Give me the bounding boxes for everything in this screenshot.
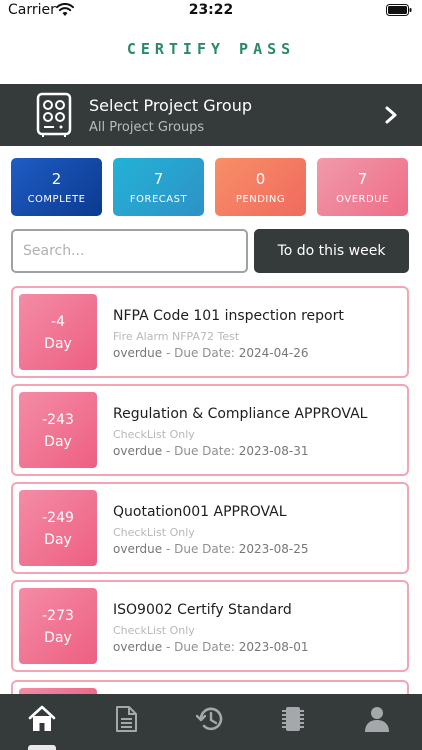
task-due: overdue - Due Date: 2023-08-01 <box>113 640 308 654</box>
task-status: overdue <box>113 640 163 654</box>
document-icon <box>116 706 137 732</box>
task-due: overdue - Due Date: 2023-08-25 <box>113 542 308 556</box>
stat-complete-label: COMPLETE <box>27 194 86 205</box>
status-bar: Carrier 23:22 <box>0 0 422 22</box>
project-group-subtitle: All Project Groups <box>89 120 205 135</box>
task-title: NFPA Code 101 inspection report <box>113 308 344 324</box>
task-type: CheckList Only <box>113 526 195 539</box>
due-date: 2024-04-26 <box>238 346 309 360</box>
task-list[interactable]: -4 Day NFPA Code 101 inspection report F… <box>0 280 422 694</box>
stat-pending-count: 0 <box>255 170 266 188</box>
task-card[interactable]: -243 Day Regulation & Compliance APPROVA… <box>11 384 409 476</box>
days-badge: -4 Day <box>19 294 97 370</box>
task-status: overdue <box>113 444 163 458</box>
task-card-partial[interactable] <box>11 680 409 694</box>
task-title: ISO9002 Certify Standard <box>113 602 292 618</box>
days-count: -273 <box>42 608 74 624</box>
days-label: Day <box>44 532 72 548</box>
days-label: Day <box>44 336 72 352</box>
tab-home[interactable] <box>27 704 57 734</box>
task-due: overdue - Due Date: 2024-04-26 <box>113 346 308 360</box>
task-card[interactable]: -273 Day ISO9002 Certify Standard CheckL… <box>11 580 409 672</box>
days-count: -4 <box>51 314 65 330</box>
battery-icon <box>386 4 412 16</box>
stat-complete-count: 2 <box>51 170 62 188</box>
profile-icon <box>365 707 389 732</box>
due-date: 2023-08-31 <box>238 444 309 458</box>
due-label: - Due Date: <box>165 640 235 654</box>
stat-overdue-count: 7 <box>357 170 368 188</box>
clock: 23:22 <box>188 2 234 18</box>
days-badge: -243 Day <box>19 392 97 468</box>
task-type: CheckList Only <box>113 624 195 637</box>
days-badge: -249 Day <box>19 490 97 566</box>
task-type: CheckList Only <box>113 428 195 441</box>
stat-forecast-label: FORECAST <box>129 194 188 205</box>
days-badge: -273 Day <box>19 588 97 664</box>
stat-overdue-card[interactable]: 7 OVERDUE <box>317 158 408 216</box>
task-card[interactable]: -249 Day Quotation001 APPROVAL CheckList… <box>11 482 409 574</box>
search-input[interactable] <box>11 229 248 273</box>
safe-icon <box>36 92 72 137</box>
tab-documents[interactable] <box>111 704 141 734</box>
stat-forecast-card[interactable]: 7 FORECAST <box>113 158 204 216</box>
task-status: overdue <box>113 542 163 556</box>
todo-this-week-button[interactable]: To do this week <box>254 229 409 273</box>
tab-devices[interactable] <box>278 704 308 734</box>
tab-profile[interactable] <box>362 704 392 734</box>
stat-complete-card[interactable]: 2 COMPLETE <box>11 158 102 216</box>
days-count: -249 <box>42 510 74 526</box>
stat-pending-card[interactable]: 0 PENDING <box>215 158 306 216</box>
due-label: - Due Date: <box>165 444 235 458</box>
stat-pending-label: PENDING <box>235 194 286 205</box>
task-due: overdue - Due Date: 2023-08-31 <box>113 444 308 458</box>
home-icon <box>28 705 56 731</box>
stat-forecast-count: 7 <box>153 170 164 188</box>
days-label: Day <box>44 630 72 646</box>
due-label: - Due Date: <box>165 542 235 556</box>
chip-icon <box>282 707 304 731</box>
task-card[interactable]: -4 Day NFPA Code 101 inspection report F… <box>11 286 409 378</box>
due-date: 2023-08-25 <box>238 542 309 556</box>
project-group-title: Select Project Group <box>89 96 252 115</box>
due-date: 2023-08-01 <box>238 640 309 654</box>
due-label: - Due Date: <box>165 346 235 360</box>
app-logo: CERTIFY PASS <box>126 40 296 58</box>
active-tab-indicator <box>28 745 56 750</box>
tab-history[interactable] <box>195 704 225 734</box>
tab-bar <box>0 694 422 750</box>
task-status: overdue <box>113 346 163 360</box>
task-title: Quotation001 APPROVAL <box>113 504 287 520</box>
days-label: Day <box>44 434 72 450</box>
stat-overdue-label: OVERDUE <box>336 194 389 205</box>
project-group-selector[interactable]: Select Project Group All Project Groups <box>0 84 422 146</box>
task-type: Fire Alarm NFPA72 Test <box>113 330 240 343</box>
task-title: Regulation & Compliance APPROVAL <box>113 406 368 422</box>
history-icon <box>195 707 223 731</box>
chevron-right-icon <box>385 106 397 124</box>
days-count: -243 <box>42 412 74 428</box>
